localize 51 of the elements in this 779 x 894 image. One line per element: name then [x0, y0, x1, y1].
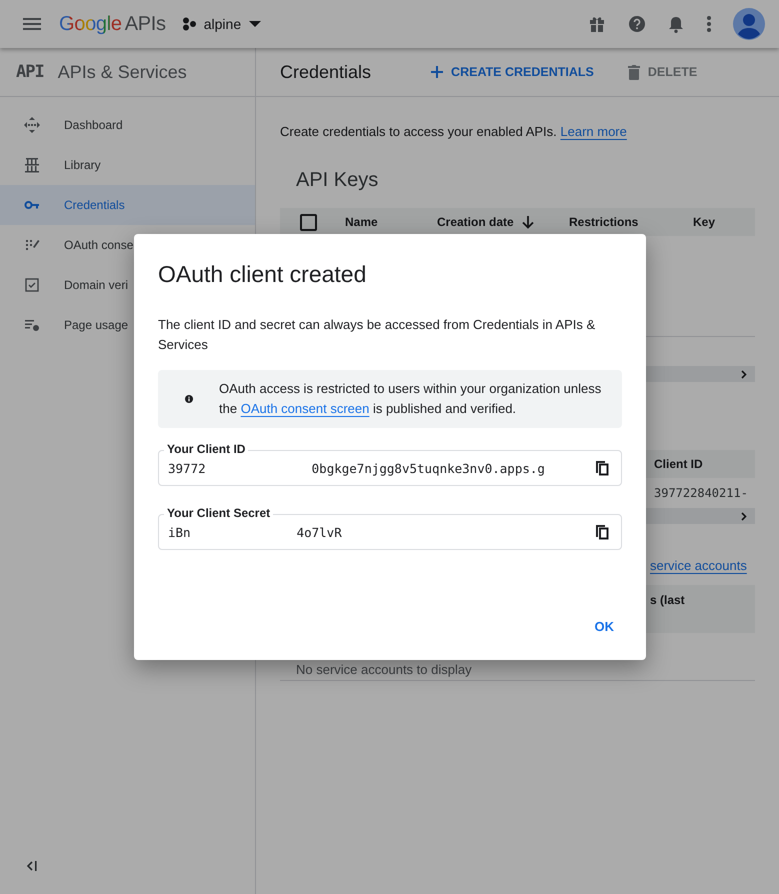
field-value: 39772 — [168, 460, 206, 476]
chevron-right-icon[interactable] — [741, 512, 747, 520]
service-accounts-link[interactable]: service accounts — [650, 558, 747, 573]
learn-more-link[interactable]: Learn more — [560, 124, 627, 139]
column-header[interactable]: Key — [693, 215, 716, 229]
menu-icon[interactable] — [23, 18, 41, 30]
library-icon — [24, 157, 40, 173]
table-cell: 397722840211- — [654, 486, 748, 500]
notifications-icon[interactable] — [669, 16, 683, 32]
sort-arrow-icon — [522, 216, 534, 228]
field-value: 0bgkge7njgg8v5tuqnke3nv0.apps.g — [312, 460, 545, 476]
product-title: APIs & Services — [58, 62, 187, 82]
select-all-checkbox[interactable] — [300, 214, 317, 230]
sidebar-item[interactable]: Dashboard — [0, 105, 255, 145]
collapse-icon[interactable] — [26, 861, 38, 871]
consent-icon — [24, 237, 40, 253]
field-value: 4o7lvR — [296, 524, 342, 540]
gift-icon[interactable] — [589, 16, 605, 32]
copy-icon[interactable] — [596, 524, 609, 540]
column-header[interactable]: s (last — [650, 593, 685, 607]
domain-icon — [24, 277, 40, 293]
caret-icon — [249, 21, 262, 27]
plus-icon — [431, 66, 444, 78]
api-mark: API — [16, 62, 44, 82]
project-dots-icon — [182, 17, 196, 31]
column-header[interactable]: Client ID — [654, 457, 703, 471]
sidebar-item[interactable]: Library — [0, 145, 255, 185]
empty-message: No service accounts to display — [296, 662, 472, 677]
trash-icon — [628, 64, 640, 80]
dialog-text: The client ID and secret can always be accessed from Credentials in APIs & Services — [158, 316, 596, 354]
section-title: API Keys — [296, 169, 380, 192]
avatar-icon[interactable] — [733, 8, 765, 40]
intro-text: Create credentials to access your enabled APIs. Learn more — [280, 124, 628, 139]
column-header[interactable]: Name — [345, 215, 437, 229]
more-icon[interactable] — [707, 16, 711, 32]
page-title: Credentials — [280, 62, 372, 82]
copy-icon[interactable] — [596, 460, 609, 476]
info-icon — [185, 392, 194, 406]
ok-button[interactable]: OK — [586, 613, 622, 640]
notice-text: OAuth access is restricted to users within your organization unless the OAuth consent screen is published and verified. — [219, 380, 602, 418]
help-icon[interactable] — [629, 16, 645, 32]
create-button[interactable]: CREATE CREDENTIALS — [431, 65, 594, 79]
usage-icon — [24, 317, 40, 333]
column-header[interactable]: Restrictions — [569, 215, 693, 229]
dashboard-icon — [24, 117, 40, 133]
sidebar-item[interactable]: Credentials — [0, 185, 255, 225]
column-header[interactable]: Creation date — [437, 215, 569, 229]
field-value: iBn — [168, 524, 191, 540]
chevron-right-icon[interactable] — [741, 370, 747, 378]
consent-screen-link[interactable]: OAuth consent screen — [240, 401, 370, 416]
project-picker[interactable]: alpine — [182, 16, 262, 32]
